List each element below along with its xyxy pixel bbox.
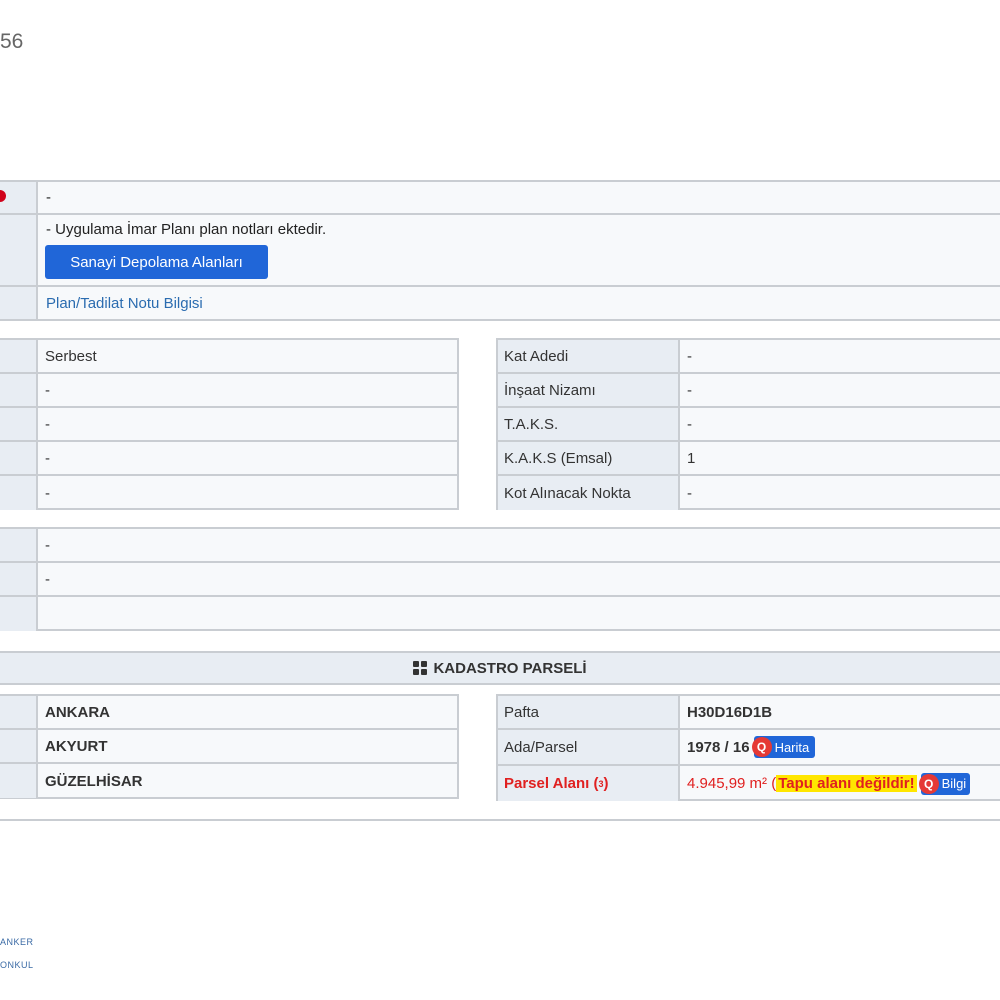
row-label [0,529,38,561]
row-key: Kot Alınacak Nokta [498,476,680,510]
grid-icon [413,661,428,675]
plan-info-block: - - Uygulama İmar Planı plan notları ekt… [0,180,1000,321]
footer-text-2: ONKUL [0,960,34,970]
building-info-table: Kat Adedi - İnşaat Nizamı - T.A.K.S. - K.A.… [496,338,1000,510]
row-key: Kat Adedi [498,340,680,372]
table-row: Pafta H30D16D1B [498,696,1000,730]
row-key: K.A.K.S (Emsal) [498,442,680,474]
sanayi-depolama-button[interactable]: Sanayi Depolama Alanları [45,245,268,279]
row-label [0,340,38,372]
footer-text-1: ANKER [0,937,34,947]
table-row: - [0,374,457,408]
row-label [0,696,38,728]
row-label [0,730,38,762]
ada-parsel-cell: 1978 / 16 Q Harita [680,730,1000,764]
row-value: - [687,415,692,433]
row-value: - [45,570,50,588]
row-label [0,563,38,595]
parsel-alani-label: Parsel Alanı (3) [498,766,680,801]
plan-tadilat-link[interactable]: Plan/Tadilat Notu Bilgisi [46,287,1000,319]
table-row: T.A.K.S. - [498,408,1000,442]
district-value: AKYURT [45,737,108,755]
kadastro-parcel-table: Pafta H30D16D1B Ada/Parsel 1978 / 16 Q H… [496,694,1000,801]
kadastro-heading: KADASTRO PARSELİ [0,651,1000,685]
plan-row-2: - Uygulama İmar Planı plan notları ekted… [0,215,1000,287]
row-value: - [45,381,50,399]
row-label [0,408,38,440]
table-row: Ada/Parsel 1978 / 16 Q Harita [498,730,1000,766]
row-label [0,442,38,474]
parsel-alani-cell: 4.945,99 m² ( Tapu alanı değildir! Q Bil… [680,766,1000,801]
row-label [0,476,38,510]
harita-label: Harita [774,739,810,755]
table-row: - [0,476,457,510]
row-value: - [687,484,692,502]
row-value: - [46,189,51,206]
row-value [38,597,1000,631]
row-value: - [45,449,50,467]
table-row: İnşaat Nizamı - [498,374,1000,408]
row-label [0,287,38,319]
row-label [0,597,38,631]
row-label [0,374,38,406]
plan-row-1: - [0,182,1000,215]
row-label [0,764,38,798]
row-value: - [687,347,692,365]
alan-label-end: ) [603,775,609,792]
table-row [0,597,1000,631]
row-value: - [45,484,50,502]
table-row: - [0,563,1000,597]
row-value: - [687,381,692,399]
left-info-table: Serbest - - - - [0,338,459,510]
q-icon: Q [751,737,772,757]
bilgi-button[interactable]: Q Bilgi [918,772,971,795]
table-row: - [0,529,1000,563]
table-row: Kot Alınacak Nokta - [498,476,1000,510]
bilgi-label: Bilgi [941,776,967,791]
harita-button[interactable]: Q Harita [751,736,816,758]
kadastro-title: KADASTRO PARSELİ [433,659,587,677]
kadastro-location-table: ANKARA AKYURT GÜZELHİSAR [0,694,459,799]
row-key: T.A.K.S. [498,408,680,440]
ada-parsel-value: 1978 / 16 [687,738,750,756]
tapu-warning: Tapu alanı değildir! [776,775,917,792]
alert-dot-icon [0,190,6,202]
section-divider [0,819,1000,821]
row-label [0,182,38,213]
row-value: - [45,536,50,554]
mid-info-table: - - [0,527,1000,631]
q-icon: Q [918,773,939,794]
row-value: Serbest [45,347,97,365]
province-value: ANKARA [45,703,110,721]
pafta-value: H30D16D1B [687,703,773,721]
ada-parsel-label: Ada/Parsel [498,730,680,764]
parsel-alani-value: 4.945,99 m² ( [687,775,777,792]
table-row: K.A.K.S (Emsal) 1 [498,442,1000,476]
neighborhood-value: GÜZELHİSAR [45,772,143,790]
row-value: - [45,415,50,433]
alan-label-text: Parsel Alanı ( [504,775,599,792]
table-row: Serbest [0,340,457,374]
table-row: AKYURT [0,730,457,764]
table-row: ANKARA [0,696,457,730]
page-number-partial: 56 [0,30,24,53]
pafta-label: Pafta [498,696,680,728]
table-row: GÜZELHİSAR [0,764,457,798]
plan-row-3: Plan/Tadilat Notu Bilgisi [0,287,1000,319]
row-key: İnşaat Nizamı [498,374,680,406]
row-label [0,215,38,285]
table-row: - [0,442,457,476]
table-row: Kat Adedi - [498,340,1000,374]
table-row: - [0,408,457,442]
row-value: 1 [687,449,696,467]
table-row: Parsel Alanı (3) 4.945,99 m² ( Tapu alan… [498,766,1000,801]
